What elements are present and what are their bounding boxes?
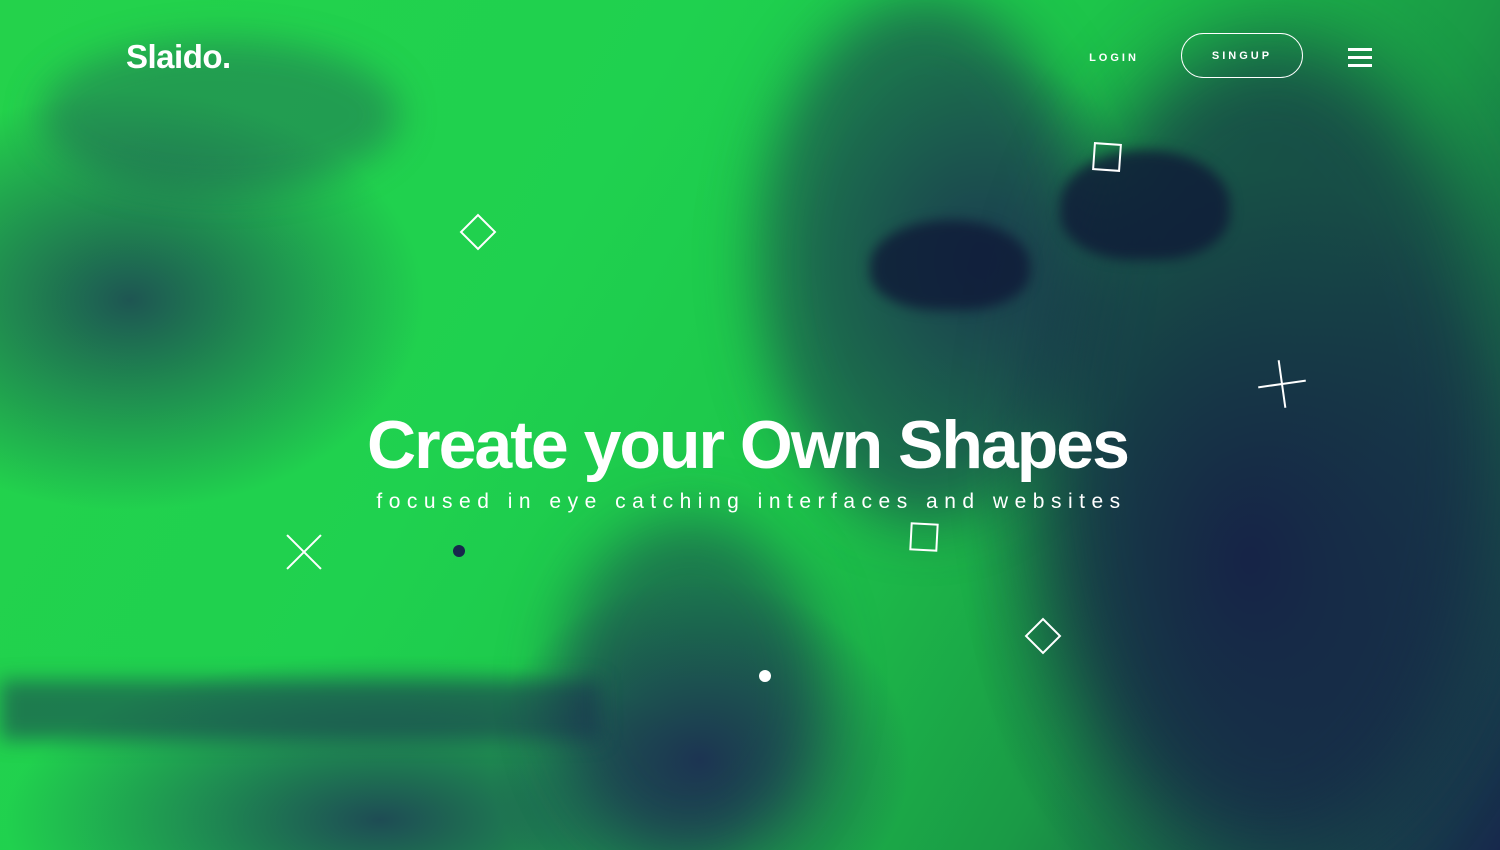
dot-shape-icon [453, 545, 465, 557]
hero-subheadline: focused in eye catching interfaces and w… [376, 490, 1127, 513]
menu-line [1348, 64, 1372, 67]
diamond-shape-icon [459, 213, 497, 251]
login-link[interactable]: LOGIN [1070, 47, 1158, 69]
menu-line [1348, 48, 1372, 51]
sunglasses-shape [870, 220, 1030, 310]
dot-shape-icon [759, 670, 771, 682]
signup-button[interactable]: SINGUP [1181, 33, 1303, 78]
site-logo[interactable]: Slaido. [126, 38, 231, 76]
plus-shape-icon [1258, 360, 1306, 408]
hero-headline: Create your Own Shapes [367, 407, 1130, 483]
diamond-shape-icon [1024, 617, 1062, 655]
hero-section: Slaido. LOGIN SINGUP Create your Own Sha… [0, 0, 1500, 850]
background-photo-shade [0, 680, 600, 740]
menu-line [1348, 56, 1372, 59]
square-shape-icon [1092, 142, 1122, 172]
sunglasses-shape [1060, 150, 1230, 260]
hamburger-menu-icon[interactable] [1346, 46, 1374, 68]
x-shape-icon [280, 528, 328, 576]
square-shape-icon [909, 522, 939, 552]
